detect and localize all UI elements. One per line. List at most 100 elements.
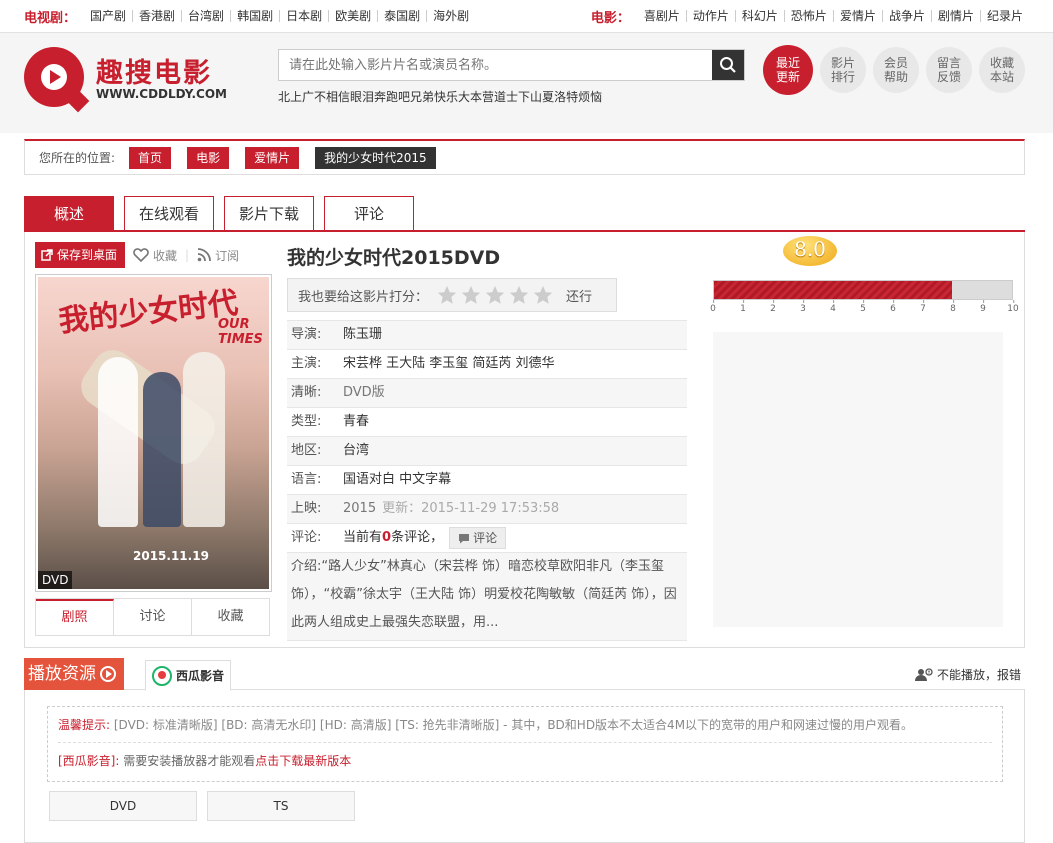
site-header: 趣搜电影 WWW.CDDLDY.COM 北上广不相信眼泪 奔跑吧兄弟 快乐大本营… bbox=[0, 33, 1053, 133]
tab-watch-online[interactable]: 在线观看 bbox=[124, 196, 214, 230]
score-ticks: 0 1 2 3 4 5 6 7 8 9 10 bbox=[710, 300, 1019, 324]
cast-links[interactable]: 宋芸桦 王大陆 李玉玺 简廷芮 刘德华 bbox=[343, 350, 687, 378]
poster-tabs: 剧照 讨论 收藏 bbox=[35, 598, 270, 636]
bookmark-site-button[interactable]: 收藏本站 bbox=[979, 47, 1025, 93]
quality-value: DVD版 bbox=[343, 385, 385, 400]
field-key: 导演: bbox=[291, 327, 322, 342]
download-player-link[interactable]: 点击下载最新版本 bbox=[255, 754, 351, 768]
tab-download[interactable]: 影片下载 bbox=[224, 196, 314, 230]
score-tick-label: 10 bbox=[1007, 300, 1019, 314]
detail-tabs: 概述 在线观看 影片下载 评论 bbox=[24, 196, 1025, 232]
hotword-link[interactable]: 快乐大本营 bbox=[434, 88, 494, 105]
hotword-link[interactable]: 北上广不相信眼泪 bbox=[278, 88, 374, 105]
source-dvd-button[interactable]: DVD bbox=[49, 791, 197, 821]
xigua-label: 西瓜影音 bbox=[176, 669, 225, 683]
tv-category-nav: 电视剧： 国产剧 香港剧 台湾剧 韩国剧 日本剧 欧美剧 泰国剧 海外剧 bbox=[24, 7, 475, 26]
tv-nav-item[interactable]: 欧美剧 bbox=[329, 10, 379, 22]
score-tick-label: 3 bbox=[800, 300, 806, 314]
movie-nav-item[interactable]: 剧情片 bbox=[932, 10, 981, 22]
star-icon[interactable] bbox=[532, 284, 554, 306]
feedback-button[interactable]: 留言反馈 bbox=[926, 47, 972, 93]
subscribe-label: 订阅 bbox=[215, 248, 240, 263]
cast-row: 主演: 宋芸桦 王大陆 李玉玺 简廷芮 刘德华 bbox=[287, 350, 687, 379]
director-link[interactable]: 陈玉珊 bbox=[343, 321, 687, 349]
site-logo[interactable]: 趣搜电影 WWW.CDDLDY.COM bbox=[24, 47, 227, 117]
tv-nav-item[interactable]: 香港剧 bbox=[133, 10, 183, 22]
breadcrumb-movie[interactable]: 电影 bbox=[187, 146, 230, 169]
play-resource-label: 播放资源 bbox=[24, 658, 124, 690]
hotword-link[interactable]: 奔跑吧兄弟 bbox=[374, 88, 434, 105]
star-icon[interactable] bbox=[460, 284, 482, 306]
movie-nav-item[interactable]: 战争片 bbox=[883, 10, 932, 22]
breadcrumb-home[interactable]: 首页 bbox=[129, 146, 172, 169]
movie-nav-item[interactable]: 喜剧片 bbox=[638, 10, 687, 22]
ranking-button[interactable]: 影片排行 bbox=[820, 47, 866, 93]
tab-overview[interactable]: 概述 bbox=[24, 196, 114, 230]
tv-nav-item[interactable]: 泰国剧 bbox=[378, 10, 428, 22]
tv-nav-item[interactable]: 台湾剧 bbox=[182, 10, 232, 22]
top-nav: 电视剧： 国产剧 香港剧 台湾剧 韩国剧 日本剧 欧美剧 泰国剧 海外剧 电影：… bbox=[0, 0, 1053, 33]
movie-category-nav: 电影： 喜剧片 动作片 科幻片 恐怖片 爱情片 战争片 剧情片 纪录片 bbox=[591, 7, 1029, 26]
hot-search-words: 北上广不相信眼泪 奔跑吧兄弟 快乐大本营 道士下山 夏洛特烦恼 bbox=[278, 88, 602, 105]
user-report-icon bbox=[914, 667, 933, 681]
collect-label: 收藏 bbox=[153, 248, 178, 263]
report-label: 不能播放，报错 bbox=[936, 668, 1021, 682]
search-input[interactable] bbox=[279, 50, 712, 80]
director-row: 导演: 陈玉珊 bbox=[287, 321, 687, 350]
movie-nav-item[interactable]: 恐怖片 bbox=[785, 10, 834, 22]
tv-nav-item[interactable]: 国产剧 bbox=[84, 10, 134, 22]
star-icon[interactable] bbox=[484, 284, 506, 306]
score-tick-label: 7 bbox=[920, 300, 926, 314]
report-error-button[interactable]: 不能播放，报错 bbox=[914, 666, 1021, 683]
tv-nav-item[interactable]: 海外剧 bbox=[427, 10, 475, 22]
movie-nav-item[interactable]: 爱情片 bbox=[834, 10, 883, 22]
subscribe-button[interactable]: 订阅 bbox=[197, 247, 239, 264]
collect-button[interactable]: 收藏 bbox=[133, 247, 177, 264]
breadcrumb-romance[interactable]: 爱情片 bbox=[245, 146, 300, 169]
tab-collect[interactable]: 收藏 bbox=[192, 599, 269, 635]
hotword-link[interactable]: 夏洛特烦恼 bbox=[542, 88, 602, 105]
star-icon[interactable] bbox=[508, 284, 530, 306]
rating-widget: 我也要给这影片打分： 还行 bbox=[287, 278, 617, 312]
tab-stills[interactable]: 剧照 bbox=[36, 599, 114, 635]
tab-discussion[interactable]: 讨论 bbox=[114, 599, 192, 635]
region-link[interactable]: 台湾 bbox=[343, 437, 687, 465]
intro-text: “路人少女”林真心（宋芸桦 饰）暗恋校草欧阳非凡（李玉玺 饰），“校霸”徐太宇（… bbox=[291, 559, 677, 630]
logo-play-icon bbox=[24, 47, 90, 113]
search-icon bbox=[720, 57, 736, 73]
movie-poster[interactable]: 我的少女时代 OUR TIMES 2015.11.19 DVD bbox=[35, 274, 272, 592]
source-ts-button[interactable]: TS bbox=[207, 791, 355, 821]
logo-url: WWW.CDDLDY.COM bbox=[96, 87, 227, 101]
field-key: 评论: bbox=[291, 530, 322, 545]
member-help-button[interactable]: 会员帮助 bbox=[873, 47, 919, 93]
external-link-icon bbox=[41, 249, 53, 261]
movie-nav-item[interactable]: 纪录片 bbox=[981, 10, 1029, 22]
release-year: 2015 bbox=[343, 501, 377, 516]
search-button[interactable] bbox=[712, 50, 744, 80]
save-label: 保存到桌面 bbox=[57, 248, 118, 262]
star-icon[interactable] bbox=[436, 284, 458, 306]
tv-label: 电视剧： bbox=[24, 10, 77, 26]
genre-row: 类型: 青春 bbox=[287, 408, 687, 437]
movie-nav-item[interactable]: 科幻片 bbox=[736, 10, 785, 22]
recent-update-button[interactable]: 最近更新 bbox=[763, 45, 813, 95]
comment-post: 条评论， bbox=[391, 530, 444, 545]
tv-nav-item[interactable]: 韩国剧 bbox=[231, 10, 281, 22]
score-bubble: 8.0 bbox=[783, 232, 837, 270]
play-resource-bar: 播放资源 西瓜影音 不能播放，报错 bbox=[24, 658, 1025, 691]
score-bar bbox=[713, 280, 1013, 300]
quality-row: 清晰: DVD版 bbox=[287, 379, 687, 408]
poster-subtitle-art: OUR TIMES bbox=[218, 317, 263, 347]
tip-quality: 温馨提示: [DVD: 标准清晰版] [BD: 高清无水印] [HD: 高清版]… bbox=[58, 707, 992, 743]
tv-nav-item[interactable]: 日本剧 bbox=[280, 10, 330, 22]
tab-comments[interactable]: 评论 bbox=[324, 196, 414, 230]
release-row: 上映: 2015 更新：2015-11-29 17:53:58 bbox=[287, 495, 687, 524]
movie-nav-item[interactable]: 动作片 bbox=[687, 10, 736, 22]
xigua-source-tab[interactable]: 西瓜影音 bbox=[145, 660, 232, 691]
save-to-desktop-button[interactable]: 保存到桌面 bbox=[35, 242, 126, 268]
genre-link[interactable]: 青春 bbox=[343, 408, 687, 436]
source-list: DVD TS bbox=[49, 791, 365, 821]
hotword-link[interactable]: 道士下山 bbox=[494, 88, 542, 105]
rate-label: 我也要给这影片打分： bbox=[298, 289, 429, 305]
comment-button[interactable]: 评论 bbox=[449, 526, 507, 549]
